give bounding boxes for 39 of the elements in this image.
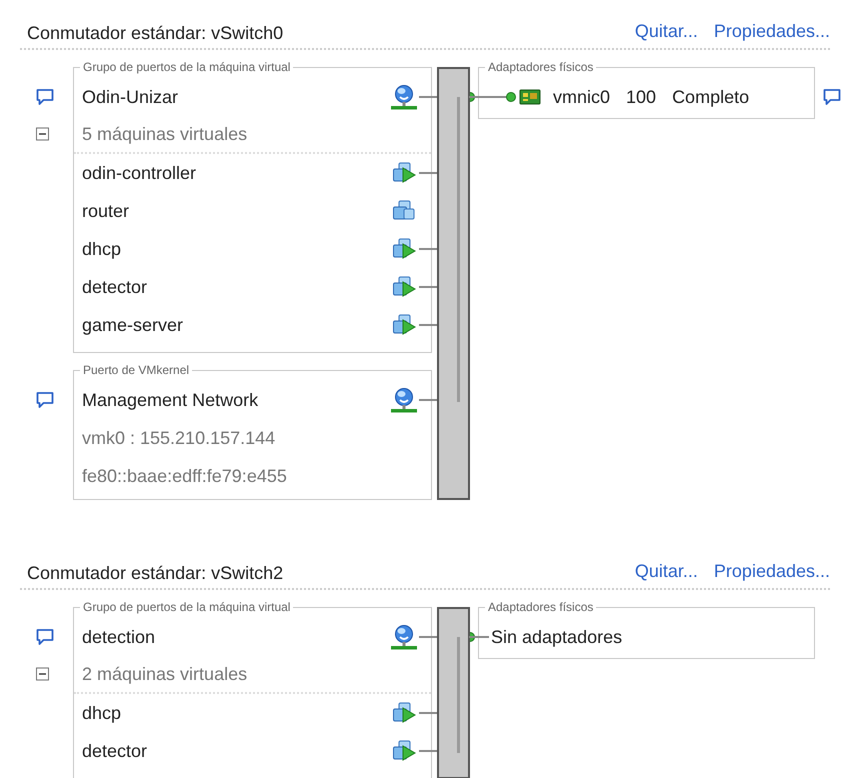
vm-name[interactable]: odin-controller	[82, 160, 196, 186]
vm-name[interactable]: detector	[82, 738, 148, 764]
action-link[interactable]: Quitar...	[634, 558, 698, 584]
adapter-speed: 100	[626, 86, 656, 108]
network-globe-icon	[391, 624, 417, 650]
vm-name[interactable]: dhcp	[82, 236, 122, 262]
switch-title: Conmutador estándar: vSwitch0	[27, 22, 284, 45]
action-link[interactable]: Propiedades...	[714, 558, 830, 584]
adapter-duplex: Completo	[672, 86, 750, 109]
group-legend: Grupo de puertos de la máquina virtual	[80, 59, 294, 75]
adapter-connector	[469, 91, 517, 103]
comment-icon[interactable]	[36, 392, 54, 408]
vm-name[interactable]: dhcp	[82, 700, 122, 726]
collapse-icon[interactable]	[36, 128, 49, 140]
vm-count: 5 máquinas virtuales	[82, 122, 248, 146]
vm-name[interactable]: detector	[82, 274, 148, 300]
network-globe-icon	[391, 84, 417, 110]
comment-icon[interactable]	[36, 88, 54, 106]
ip-address: vmk0 : 155.210.157.144	[82, 426, 276, 450]
ip-address: fe80::baae:edff:fe79:e455	[82, 464, 287, 488]
port-group-name[interactable]: detection	[82, 624, 156, 650]
vm-count: 2 máquinas virtuales	[82, 662, 248, 686]
action-link[interactable]: Propiedades...	[714, 18, 830, 44]
vm-name[interactable]: game-server	[82, 312, 184, 338]
adapter-name[interactable]: vmnic0	[553, 84, 610, 110]
vm-name[interactable]: router	[82, 198, 130, 224]
comment-icon[interactable]	[36, 628, 54, 646]
switch-title: Conmutador estándar: vSwitch2	[27, 562, 284, 585]
group-legend: Adaptadores físicos	[485, 59, 596, 75]
network-card-icon	[519, 88, 541, 106]
group-legend: Adaptadores físicos	[485, 599, 596, 615]
network-globe-icon	[391, 387, 417, 413]
port-group-name[interactable]: Odin-Unizar	[82, 84, 178, 110]
collapse-icon[interactable]	[36, 668, 49, 680]
no-adapters-text: Sin adaptadores	[491, 626, 622, 649]
comment-icon[interactable]	[823, 88, 841, 106]
group-legend: Grupo de puertos de la máquina virtual	[80, 599, 294, 615]
port-group-name[interactable]: Management Network	[82, 386, 258, 414]
action-link[interactable]: Quitar...	[634, 18, 698, 44]
